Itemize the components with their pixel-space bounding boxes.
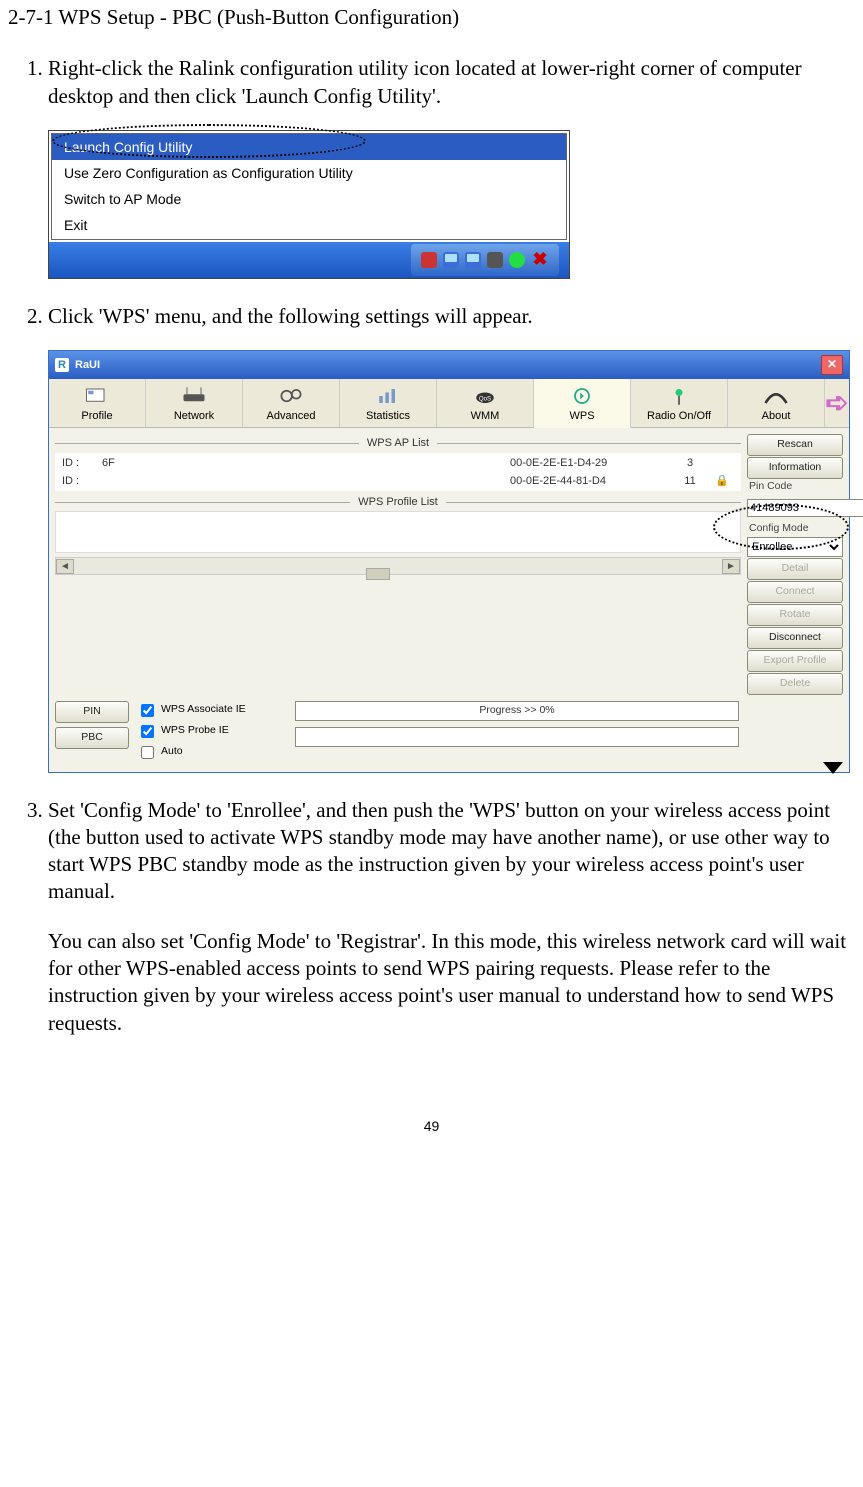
ap-row[interactable]: ID : 00-0E-2E-44-81-D4 11 🔒 bbox=[56, 472, 740, 490]
tab-label: About bbox=[762, 409, 791, 423]
pin-code-input[interactable] bbox=[747, 499, 863, 517]
wps-ap-list[interactable]: ID : 6F 00-0E-2E-E1-D4-29 3 ID : 00-0E-2… bbox=[55, 453, 741, 492]
menu-item-zero-config[interactable]: Use Zero Configuration as Configuration … bbox=[52, 160, 566, 186]
connect-button[interactable]: Connect bbox=[747, 581, 843, 603]
tab-statistics[interactable]: Statistics bbox=[340, 379, 437, 427]
menu-item-label: Launch Config Utility bbox=[64, 139, 192, 155]
gears-icon bbox=[276, 385, 306, 407]
tab-label: Advanced bbox=[267, 409, 316, 423]
scroll-right-icon[interactable]: ► bbox=[722, 559, 740, 574]
tab-advanced[interactable]: Advanced bbox=[243, 379, 340, 427]
lock-icon bbox=[710, 456, 734, 470]
wps-profile-list[interactable] bbox=[55, 511, 741, 553]
monitor-icon bbox=[443, 252, 459, 268]
about-icon bbox=[761, 385, 791, 407]
step-3: Set 'Config Mode' to 'Enrollee', and the… bbox=[48, 797, 855, 1037]
ap-mac: 00-0E-2E-44-81-D4 bbox=[510, 474, 670, 488]
menu-item-exit[interactable]: Exit bbox=[52, 212, 566, 238]
disconnect-button[interactable]: Disconnect bbox=[747, 627, 843, 649]
tab-label: Network bbox=[174, 409, 214, 423]
ap-ssid: 6F bbox=[102, 456, 510, 470]
tab-label: Profile bbox=[81, 409, 112, 423]
menu-item-switch-ap[interactable]: Switch to AP Mode bbox=[52, 186, 566, 212]
rotate-button[interactable]: Rotate bbox=[747, 604, 843, 626]
pbc-button[interactable]: PBC bbox=[55, 727, 129, 749]
router-icon bbox=[179, 385, 209, 407]
step-1: Right-click the Ralink configuration uti… bbox=[48, 55, 855, 278]
scroll-left-icon[interactable]: ◄ bbox=[56, 559, 74, 574]
pin-button[interactable]: PIN bbox=[55, 701, 129, 723]
tab-network[interactable]: Network bbox=[146, 379, 243, 427]
ap-ssid bbox=[102, 474, 510, 488]
wps-probe-checkbox[interactable]: WPS Probe IE bbox=[137, 722, 287, 741]
detail-button[interactable]: Detail bbox=[747, 558, 843, 580]
tab-radio[interactable]: Radio On/Off bbox=[631, 379, 728, 427]
tab-label: Radio On/Off bbox=[647, 409, 711, 423]
wps-panel: WPS AP List ID : 6F 00-0E-2E-E1-D4-29 3 … bbox=[49, 428, 849, 771]
information-button[interactable]: Information bbox=[747, 457, 843, 479]
tab-about[interactable]: About bbox=[728, 379, 825, 427]
wmm-icon: QoS bbox=[470, 385, 500, 407]
side-buttons: Rescan Information Pin Code Renew Config… bbox=[747, 432, 843, 694]
ap-channel: 3 bbox=[670, 456, 710, 470]
ap-mac: 00-0E-2E-E1-D4-29 bbox=[510, 456, 670, 470]
tab-wmm[interactable]: QoS WMM bbox=[437, 379, 534, 427]
app-icon: R bbox=[55, 358, 69, 372]
rescan-button[interactable]: Rescan bbox=[747, 434, 843, 456]
step-2: Click 'WPS' menu, and the following sett… bbox=[48, 303, 855, 773]
context-menu: Launch Config Utility Use Zero Configura… bbox=[51, 133, 567, 240]
titlebar: R RaUI ✕ bbox=[49, 351, 849, 379]
wifi-icon bbox=[509, 252, 525, 268]
ap-id-label: ID : bbox=[62, 474, 102, 488]
delete-button[interactable]: Delete bbox=[747, 673, 843, 695]
network-icon bbox=[487, 252, 503, 268]
ap-channel: 11 bbox=[670, 474, 710, 488]
taskbar: ✖ bbox=[49, 242, 569, 278]
cross-icon: ✖ bbox=[531, 251, 549, 269]
horizontal-scrollbar[interactable]: ◄ ► bbox=[55, 557, 741, 575]
step-2-text: Click 'WPS' menu, and the following sett… bbox=[48, 303, 855, 330]
context-menu-screenshot: Launch Config Utility Use Zero Configura… bbox=[48, 130, 570, 279]
status-box bbox=[295, 727, 739, 747]
ap-row[interactable]: ID : 6F 00-0E-2E-E1-D4-29 3 bbox=[56, 454, 740, 472]
lock-icon: 🔒 bbox=[710, 474, 734, 488]
config-mode-select[interactable]: Enrollee bbox=[747, 537, 843, 557]
scroll-thumb[interactable] bbox=[366, 568, 390, 580]
profile-icon bbox=[82, 385, 112, 407]
step-3-text-a: Set 'Config Mode' to 'Enrollee', and the… bbox=[48, 797, 855, 906]
auto-checkbox[interactable]: Auto bbox=[137, 743, 287, 762]
wps-ap-list-divider: WPS AP List bbox=[55, 436, 741, 450]
radio-icon bbox=[664, 385, 694, 407]
wps-associate-checkbox[interactable]: WPS Associate IE bbox=[137, 701, 287, 720]
step-1-text: Right-click the Ralink configuration uti… bbox=[48, 55, 855, 110]
close-button[interactable]: ✕ bbox=[821, 355, 843, 375]
wps-profile-list-divider: WPS Profile List bbox=[55, 495, 741, 509]
shield-icon bbox=[421, 252, 437, 268]
progress-bar: Progress >> 0% bbox=[295, 701, 739, 721]
page-number: 49 bbox=[8, 1117, 855, 1135]
chart-icon bbox=[373, 385, 403, 407]
ap-id-label: ID : bbox=[62, 456, 102, 470]
expand-arrow-icon[interactable]: ➪ bbox=[825, 379, 849, 427]
tab-label: WPS bbox=[569, 409, 594, 423]
section-title: 2-7-1 WPS Setup - PBC (Push-Button Confi… bbox=[8, 4, 855, 31]
tab-label: WMM bbox=[471, 409, 500, 423]
tab-wps[interactable]: WPS bbox=[534, 379, 631, 428]
menu-item-launch-config[interactable]: Launch Config Utility bbox=[52, 134, 566, 160]
pin-code-label: Pin Code bbox=[747, 480, 843, 494]
export-profile-button[interactable]: Export Profile bbox=[747, 650, 843, 672]
tab-profile[interactable]: Profile bbox=[49, 379, 146, 427]
tab-label: Statistics bbox=[366, 409, 410, 423]
svg-text:QoS: QoS bbox=[479, 395, 491, 402]
wps-icon bbox=[567, 385, 597, 407]
raui-window: R RaUI ✕ Profile Network Advanc bbox=[48, 350, 850, 773]
expand-down-icon[interactable] bbox=[823, 762, 843, 774]
config-mode-label: Config Mode bbox=[747, 522, 843, 536]
step-3-text-b: You can also set 'Config Mode' to 'Regis… bbox=[48, 928, 855, 1037]
system-tray: ✖ bbox=[411, 244, 559, 276]
monitor-icon bbox=[465, 252, 481, 268]
toolbar: Profile Network Advanced Statistics bbox=[49, 379, 849, 428]
window-title: RaUI bbox=[75, 358, 100, 372]
